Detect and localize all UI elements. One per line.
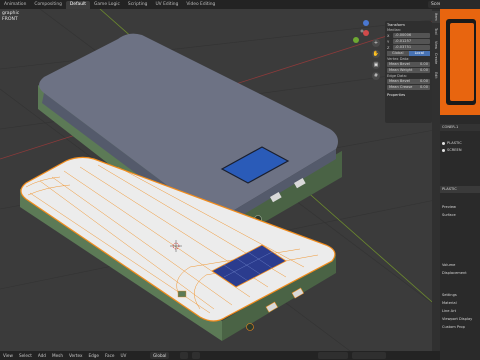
menu-uv[interactable]: UV xyxy=(117,353,129,358)
sidetab-edit[interactable]: Edit xyxy=(432,69,440,81)
median-x-row[interactable]: X -0.00006 xyxy=(387,33,430,38)
edge-mean-bevel-value: 0.00 xyxy=(419,79,428,83)
edge-mean-crease-value: 0.00 xyxy=(419,85,428,89)
material-slot-screen-label: SCREEN xyxy=(447,148,462,152)
3d-viewport[interactable]: graphic FRONT + ✋ ▣ # Transform Median: … xyxy=(0,9,440,351)
material-surface-item[interactable]: PLASTIC xyxy=(440,186,480,193)
properties-editor: CONER-1 PLASTIC SCREEN PLASTIC Preview S… xyxy=(440,0,480,360)
overlay-toggle-group[interactable] xyxy=(318,352,348,359)
vertex-mean-bevel-label: Mean Bevel xyxy=(389,62,410,66)
section-volume[interactable]: Volume xyxy=(440,262,480,269)
vertex-data-label: Vertex Data: xyxy=(387,57,410,61)
zoom-icon[interactable]: + xyxy=(372,39,380,47)
sidetab-item[interactable]: Item xyxy=(432,11,440,23)
menu-view[interactable]: View xyxy=(0,353,16,358)
median-y-row[interactable]: Y -0.01257 xyxy=(387,39,430,44)
vertex-mean-bevel-field[interactable]: Mean Bevel 0.00 xyxy=(387,62,430,67)
tab-compositing[interactable]: Compositing xyxy=(30,1,66,9)
menu-vertex[interactable]: Vertex xyxy=(66,353,85,358)
tab-default[interactable]: Default xyxy=(65,0,90,9)
section-preview[interactable]: Preview xyxy=(440,204,480,211)
transform-header[interactable]: Transform xyxy=(387,23,430,27)
tab-uv-editing[interactable]: UV Editing xyxy=(151,1,182,9)
menu-face[interactable]: Face xyxy=(102,353,117,358)
tab-game-logic[interactable]: Game Logic xyxy=(90,1,124,9)
section-settings[interactable]: Settings xyxy=(440,292,480,299)
median-label: Median: xyxy=(387,28,402,32)
material-slot-screen[interactable]: SCREEN xyxy=(440,147,480,154)
section-custom-properties[interactable]: Custom Prop xyxy=(440,324,480,331)
tab-video-editing[interactable]: Video Editing xyxy=(182,1,219,9)
menu-add[interactable]: Add xyxy=(35,353,49,358)
edge-mean-crease-field[interactable]: Mean Crease 0.00 xyxy=(387,85,430,90)
section-displacement[interactable]: Displacement xyxy=(440,270,480,277)
snap-magnet-icon[interactable] xyxy=(192,352,200,359)
median-z-row[interactable]: Z -0.03751 xyxy=(387,45,430,50)
material-ball-icon xyxy=(442,141,445,145)
menu-select[interactable]: Select xyxy=(16,353,35,358)
navigation-gizmo[interactable] xyxy=(353,20,369,43)
viewport-menu-bar: View Select Add Mesh Vertex Edge Face UV… xyxy=(0,351,440,360)
median-y-field[interactable]: -0.01257 xyxy=(393,39,430,44)
grid-icon[interactable]: # xyxy=(372,72,380,80)
median-z-field[interactable]: -0.03751 xyxy=(393,45,430,50)
median-x-field[interactable]: -0.00006 xyxy=(393,33,430,38)
section-surface[interactable]: Surface xyxy=(440,212,480,219)
pivot-icon[interactable] xyxy=(180,352,188,359)
pan-hand-icon[interactable]: ✋ xyxy=(372,50,380,58)
section-viewport-display[interactable]: Viewport Display xyxy=(440,316,480,323)
viewport-overlay-text: graphic FRONT xyxy=(2,11,19,23)
bottom-side-button xyxy=(177,290,187,298)
transform-orientation-dropdown[interactable]: Global xyxy=(150,352,170,359)
workspace-tab-bar: Animation Compositing Default Game Logic… xyxy=(0,0,450,9)
bottom-dc-port xyxy=(246,323,254,331)
sidetab-view[interactable]: View xyxy=(432,39,440,51)
tab-animation[interactable]: Animation xyxy=(0,1,30,9)
vertex-mean-weight-value: 0.00 xyxy=(419,68,428,72)
sidebar-tabs: Item Tool View Create Edit xyxy=(432,9,440,351)
sidebar-transform-panel: Transform Median: X -0.00006 Y -0.01257 … xyxy=(385,21,432,123)
properties-header[interactable]: Properties xyxy=(387,93,430,97)
camera-icon[interactable]: ▣ xyxy=(372,61,380,69)
edge-mean-bevel-field[interactable]: Mean Bevel 0.00 xyxy=(387,79,430,84)
vertex-mean-weight-label: Mean Weight xyxy=(389,68,413,72)
material-slot-plastic-label: PLASTIC xyxy=(447,141,462,145)
sidetab-tool[interactable]: Tool xyxy=(432,25,440,37)
space-toggle[interactable]: Global Local xyxy=(387,51,430,56)
menu-edge[interactable]: Edge xyxy=(85,353,102,358)
edge-mean-crease-label: Mean Crease xyxy=(389,85,413,89)
material-slot-plastic[interactable]: PLASTIC xyxy=(440,140,480,147)
object-name[interactable]: CONER-1 xyxy=(440,124,480,131)
shading-mode-group[interactable] xyxy=(352,352,386,359)
section-material[interactable]: Material xyxy=(440,300,480,307)
vertex-mean-bevel-value: 0.00 xyxy=(419,62,428,66)
sidetab-create[interactable]: Create xyxy=(432,53,440,65)
section-line-art[interactable]: Line Art xyxy=(440,308,480,315)
edge-mean-bevel-label: Mean Bevel xyxy=(389,79,410,83)
material-ball-icon xyxy=(442,148,445,152)
global-option[interactable]: Global xyxy=(387,51,409,56)
material-preview xyxy=(440,9,480,115)
local-option[interactable]: Local xyxy=(408,51,430,56)
viewport-view-label: FRONT xyxy=(2,17,18,22)
edge-data-label: Edge Data: xyxy=(387,74,407,78)
vertex-mean-weight-field[interactable]: Mean Weight 0.00 xyxy=(387,68,430,73)
menu-mesh[interactable]: Mesh xyxy=(49,353,66,358)
material-preview-graphic xyxy=(440,9,480,115)
tab-scripting[interactable]: Scripting xyxy=(124,1,152,9)
